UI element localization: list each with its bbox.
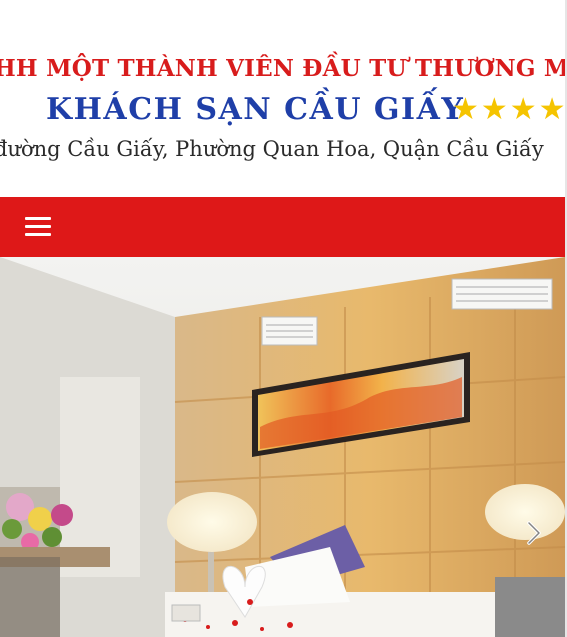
site-header: HH MỘT THÀNH VIÊN ĐẦU TƯ THƯƠNG MẠI KHÁC…	[0, 0, 567, 197]
hotel-name[interactable]: KHÁCH SẠN CẦU GIẤY	[46, 92, 464, 127]
main-navbar	[0, 197, 565, 257]
hotel-room-photo	[0, 257, 565, 637]
hotel-address: đường Cầu Giấy, Phường Quan Hoa, Quận Cầ…	[0, 137, 544, 161]
hamburger-menu-icon[interactable]	[22, 214, 54, 240]
hero-slider	[0, 257, 565, 637]
company-name: HH MỘT THÀNH VIÊN ĐẦU TƯ THƯƠNG MẠI	[0, 55, 567, 82]
star-rating: ★★★★	[452, 92, 567, 127]
chevron-right-icon[interactable]	[520, 519, 548, 547]
